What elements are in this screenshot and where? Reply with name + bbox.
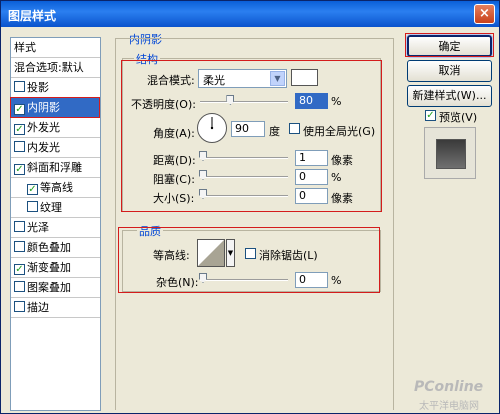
blending-options-item[interactable]: 混合选项:默认 xyxy=(11,58,100,78)
distance-input[interactable]: 1 xyxy=(295,150,328,166)
size-input[interactable]: 0 xyxy=(295,188,328,204)
style-item-label: 描边 xyxy=(27,301,49,314)
style-preview-panel xyxy=(424,127,476,179)
style-item-checkbox[interactable] xyxy=(14,281,25,292)
style-item-label: 等高线 xyxy=(40,181,73,194)
style-item-8[interactable]: 颜色叠加 xyxy=(11,238,100,258)
size-unit: 像素 xyxy=(331,192,353,205)
cancel-button[interactable]: 取消 xyxy=(407,60,492,82)
chevron-down-icon: ▼ xyxy=(270,71,285,86)
style-item-checkbox[interactable]: ✓ xyxy=(27,184,38,195)
style-item-label: 纹理 xyxy=(40,201,62,214)
noise-input[interactable]: 0 xyxy=(295,272,328,288)
close-button[interactable]: × xyxy=(474,4,495,24)
style-item-label: 内发光 xyxy=(27,141,60,154)
style-item-4[interactable]: ✓ 斜面和浮雕 xyxy=(11,158,100,178)
contour-label: 等高线: xyxy=(153,249,190,262)
style-item-checkbox[interactable] xyxy=(27,201,38,212)
opacity-label: 不透明度(O): xyxy=(131,98,196,111)
size-label: 大小(S): xyxy=(153,192,195,205)
watermark-subtext: 太平洋电脑网 xyxy=(419,401,479,412)
opacity-slider-track[interactable] xyxy=(200,101,288,103)
style-item-3[interactable]: 内发光 xyxy=(11,138,100,158)
antialias-label: 消除锯齿(L) xyxy=(259,249,318,262)
contour-preview[interactable] xyxy=(197,239,225,267)
style-item-checkbox[interactable] xyxy=(14,301,25,312)
angle-dial[interactable] xyxy=(197,113,227,143)
style-item-10[interactable]: 图案叠加 xyxy=(11,278,100,298)
shadow-color-swatch[interactable] xyxy=(291,69,318,86)
layer-style-dialog: 图层样式 × 样式 混合选项:默认 投影 ✓ 内阴影 ✓ 外发光 内发光 ✓ 斜面和浮雕 ✓ 等高… xyxy=(0,0,500,414)
blend-mode-dropdown[interactable]: 柔光 ▼ xyxy=(198,69,287,88)
style-item-label: 渐变叠加 xyxy=(27,261,71,274)
size-slider-track[interactable] xyxy=(200,195,288,197)
distance-unit: 像素 xyxy=(331,154,353,167)
highlight-inner-shadow-item xyxy=(10,97,100,118)
style-preview-swatch xyxy=(436,139,466,169)
style-item-checkbox[interactable] xyxy=(14,81,25,92)
opacity-input[interactable]: 80 xyxy=(295,93,328,109)
style-item-11[interactable]: 描边 xyxy=(11,298,100,318)
angle-input[interactable]: 90 xyxy=(231,121,265,137)
noise-unit: % xyxy=(331,274,342,287)
antialias-checkbox[interactable] xyxy=(245,248,256,259)
style-list-header: 样式 xyxy=(11,38,100,58)
style-item-7[interactable]: 光泽 xyxy=(11,218,100,238)
style-item-label: 光泽 xyxy=(27,221,49,234)
dialog-title: 图层样式 xyxy=(8,9,57,23)
choke-unit: % xyxy=(331,171,342,184)
new-style-button[interactable]: 新建样式(W)... xyxy=(407,85,492,107)
style-item-checkbox[interactable]: ✓ xyxy=(14,124,25,135)
contour-dropdown-arrow-icon[interactable]: ▼ xyxy=(226,239,235,267)
style-item-checkbox[interactable]: ✓ xyxy=(14,164,25,175)
style-item-label: 投影 xyxy=(27,81,49,94)
style-item-9[interactable]: ✓ 渐变叠加 xyxy=(11,258,100,278)
choke-label: 阻塞(C): xyxy=(153,173,195,186)
style-item-0[interactable]: 投影 xyxy=(11,78,100,98)
choke-input[interactable]: 0 xyxy=(295,169,328,185)
global-light-checkbox[interactable] xyxy=(289,123,300,134)
choke-slider-track[interactable] xyxy=(200,176,288,178)
highlight-ok xyxy=(405,33,494,57)
preview-label: 预览(V) xyxy=(439,111,478,124)
watermark-logo: PConline xyxy=(414,379,484,395)
style-list: 样式 混合选项:默认 投影 ✓ 内阴影 ✓ 外发光 内发光 ✓ 斜面和浮雕 ✓ 等高线 纹理 光泽 颜色… xyxy=(10,37,101,411)
angle-label: 角度(A): xyxy=(153,127,195,140)
style-item-6[interactable]: 纹理 xyxy=(11,198,100,218)
blend-mode-label: 混合模式: xyxy=(147,74,195,87)
preview-checkbox[interactable]: ✓ xyxy=(425,110,436,121)
style-item-2[interactable]: ✓ 外发光 xyxy=(11,118,100,138)
noise-label: 杂色(N): xyxy=(156,276,199,289)
style-item-checkbox[interactable] xyxy=(14,141,25,152)
contour-curve-icon xyxy=(198,240,224,266)
style-item-label: 颜色叠加 xyxy=(27,241,71,254)
style-item-label: 斜面和浮雕 xyxy=(27,161,82,174)
blend-mode-value: 柔光 xyxy=(203,74,225,87)
opacity-unit: % xyxy=(331,95,342,108)
distance-slider-track[interactable] xyxy=(200,157,288,159)
distance-label: 距离(D): xyxy=(153,154,196,167)
style-item-label: 外发光 xyxy=(27,121,60,134)
angle-unit: 度 xyxy=(269,125,280,138)
style-item-checkbox[interactable] xyxy=(14,241,25,252)
title-bar[interactable]: 图层样式 × xyxy=(1,1,499,27)
style-item-label: 图案叠加 xyxy=(27,281,71,294)
style-item-checkbox[interactable]: ✓ xyxy=(14,264,25,275)
style-item-checkbox[interactable] xyxy=(14,221,25,232)
style-item-5[interactable]: ✓ 等高线 xyxy=(11,178,100,198)
angle-indicator-icon xyxy=(210,117,214,130)
noise-slider-track[interactable] xyxy=(200,279,288,281)
global-light-label: 使用全局光(G) xyxy=(303,125,376,138)
